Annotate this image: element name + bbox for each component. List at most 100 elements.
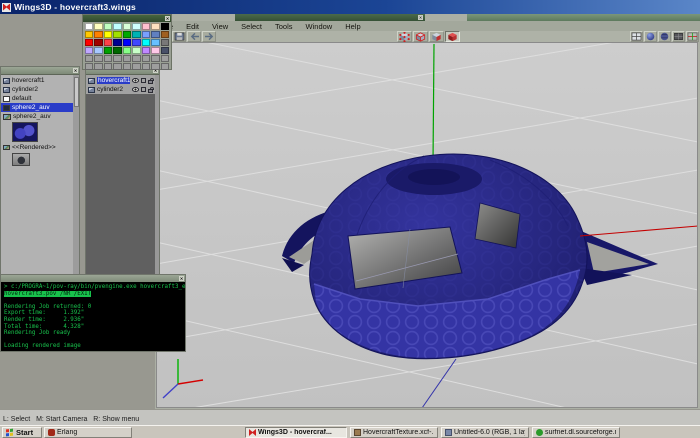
- palette-swatch[interactable]: [142, 47, 150, 54]
- outliner-item[interactable]: <<Rendered>>: [1, 143, 73, 152]
- palette-swatch[interactable]: [132, 23, 140, 30]
- palette-swatch[interactable]: [113, 31, 121, 38]
- smooth-shaded-button[interactable]: [644, 31, 657, 42]
- palette-swatch[interactable]: [104, 63, 112, 70]
- palette-swatch[interactable]: [142, 31, 150, 38]
- menu-edit[interactable]: Edit: [186, 22, 199, 31]
- visibility-eye-icon[interactable]: [132, 87, 139, 92]
- rendered-thumbnail[interactable]: [12, 153, 30, 166]
- palette-swatch[interactable]: [132, 63, 140, 70]
- outliner-scrollbar[interactable]: [73, 75, 79, 277]
- palette-swatch[interactable]: [104, 31, 112, 38]
- undo-button[interactable]: [187, 31, 201, 42]
- palette-swatch[interactable]: [94, 39, 102, 46]
- texture-thumbnail[interactable]: [12, 122, 38, 142]
- palette-swatch[interactable]: [123, 23, 131, 30]
- palette-swatch[interactable]: [94, 55, 102, 62]
- taskbar-button-wings[interactable]: Wings3D - hovercraf...: [245, 427, 347, 438]
- palette-swatch[interactable]: [142, 39, 150, 46]
- palette-swatch[interactable]: [94, 31, 102, 38]
- palette-swatch[interactable]: [104, 55, 112, 62]
- background-window-titlebar[interactable]: ✕: [235, 14, 425, 21]
- palette-swatch[interactable]: [161, 39, 169, 46]
- palette-swatch[interactable]: [161, 23, 169, 30]
- palette-swatch[interactable]: [113, 63, 121, 70]
- palette-swatch[interactable]: [94, 47, 102, 54]
- taskbar-button-gimp2[interactable]: Untitled-6.0 (RGB, 1 lay...: [441, 427, 529, 438]
- palette-swatch[interactable]: [123, 39, 131, 46]
- select-mode-body-button[interactable]: [445, 31, 460, 42]
- outliner-window[interactable]: ✕ hovercraft1cylinder2defaultsphere2_auv…: [0, 66, 80, 278]
- select-mode-face-button[interactable]: [429, 31, 444, 42]
- palette-swatch[interactable]: [151, 55, 159, 62]
- palette-window[interactable]: ✕: [82, 14, 172, 70]
- palette-swatch[interactable]: [85, 31, 93, 38]
- lock-icon[interactable]: [148, 89, 153, 93]
- palette-swatch[interactable]: [104, 39, 112, 46]
- palette-titlebar[interactable]: ✕: [83, 15, 171, 22]
- start-button[interactable]: Start: [2, 427, 42, 438]
- palette-swatch[interactable]: [161, 47, 169, 54]
- palette-swatch[interactable]: [85, 23, 93, 30]
- palette-swatch[interactable]: [132, 55, 140, 62]
- menu-window[interactable]: Window: [306, 22, 333, 31]
- geometry-graph-window[interactable]: ✕ hovercraft1cylinder2: [85, 66, 160, 278]
- palette-swatch[interactable]: [132, 31, 140, 38]
- close-icon[interactable]: ✕: [418, 15, 423, 20]
- redo-button[interactable]: [202, 31, 216, 42]
- palette-swatch[interactable]: [123, 31, 131, 38]
- outliner-item[interactable]: sphere2_auv: [1, 103, 73, 112]
- palette-swatch[interactable]: [113, 23, 121, 30]
- console-window[interactable]: ✕ > c:/PROGRA~1/pov-ray/bin/pvengine.exe…: [0, 274, 186, 352]
- palette-swatch[interactable]: [123, 63, 131, 70]
- palette-swatch[interactable]: [123, 47, 131, 54]
- palette-swatch[interactable]: [113, 55, 121, 62]
- palette-swatch[interactable]: [85, 55, 93, 62]
- menu-tools[interactable]: Tools: [275, 22, 293, 31]
- wireframe-toggle-icon[interactable]: [141, 87, 146, 92]
- taskbar-button-erlang[interactable]: Erlang: [44, 427, 132, 438]
- palette-swatch[interactable]: [132, 39, 140, 46]
- geometry-item[interactable]: cylinder2: [86, 85, 155, 94]
- console-output[interactable]: > c:/PROGRA~1/pov-ray/bin/pvengine.exe h…: [1, 282, 185, 351]
- save-button[interactable]: [172, 31, 186, 42]
- select-mode-edge-button[interactable]: [413, 31, 428, 42]
- window-titlebar[interactable]: Wings3D - hovercraft3.wings: [0, 0, 700, 14]
- palette-swatch[interactable]: [113, 47, 121, 54]
- select-mode-vertex-button[interactable]: [397, 31, 412, 42]
- palette-swatch[interactable]: [94, 23, 102, 30]
- close-icon[interactable]: ✕: [179, 276, 184, 281]
- menu-view[interactable]: View: [212, 22, 228, 31]
- close-icon[interactable]: ✕: [73, 68, 78, 73]
- palette-swatch[interactable]: [94, 63, 102, 70]
- palette-swatch[interactable]: [85, 63, 93, 70]
- palette-swatch[interactable]: [113, 39, 121, 46]
- palette-swatch[interactable]: [132, 47, 140, 54]
- palette-swatch[interactable]: [142, 63, 150, 70]
- outliner-titlebar[interactable]: ✕: [1, 67, 79, 75]
- close-icon[interactable]: ✕: [165, 16, 170, 21]
- menu-select[interactable]: Select: [241, 22, 262, 31]
- palette-swatch[interactable]: [151, 47, 159, 54]
- wireframe-button[interactable]: [672, 31, 685, 42]
- palette-swatch[interactable]: [151, 31, 159, 38]
- palette-swatch[interactable]: [85, 47, 93, 54]
- taskbar-button-gimp[interactable]: HovercraftTexture.xcf-...: [350, 427, 438, 438]
- palette-swatch[interactable]: [104, 23, 112, 30]
- visibility-eye-icon[interactable]: [132, 78, 139, 83]
- view-layout-button[interactable]: [630, 31, 643, 42]
- outliner-item[interactable]: sphere2_auv: [1, 112, 73, 121]
- viewport-3d[interactable]: [156, 42, 698, 408]
- palette-swatch[interactable]: [142, 23, 150, 30]
- palette-swatch[interactable]: [151, 23, 159, 30]
- outliner-item[interactable]: default: [1, 94, 73, 103]
- palette-swatch[interactable]: [161, 63, 169, 70]
- geometry-item[interactable]: hovercraft1: [86, 76, 155, 85]
- palette-swatch[interactable]: [104, 47, 112, 54]
- palette-swatch[interactable]: [151, 63, 159, 70]
- viewport-canvas[interactable]: [156, 42, 698, 408]
- palette-swatch[interactable]: [161, 55, 169, 62]
- wireframe-toggle-icon[interactable]: [141, 78, 146, 83]
- palette-swatch[interactable]: [85, 39, 93, 46]
- outliner-item[interactable]: cylinder2: [1, 85, 73, 94]
